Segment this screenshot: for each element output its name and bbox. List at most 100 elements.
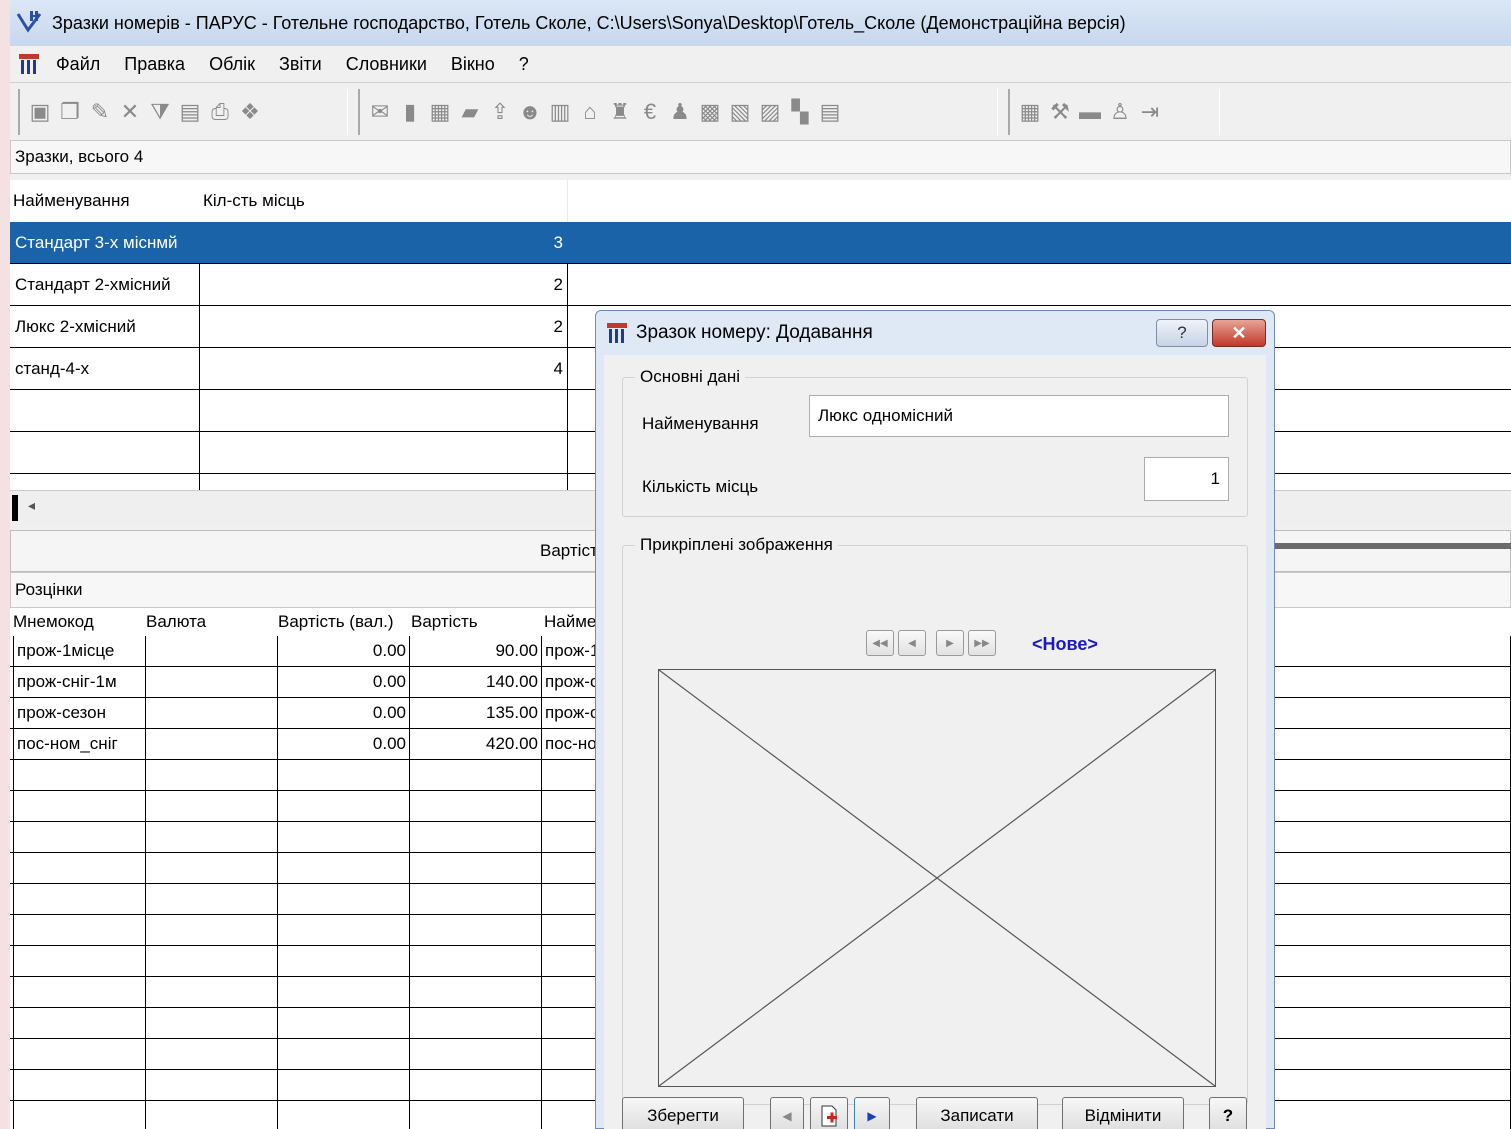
write-button[interactable]: Записати	[916, 1097, 1038, 1129]
toolbar: ▣ ❐ ✎ ✕ ⧩ ▤ ⎙ ❖ ✉ ▮ ▦ ▰ ⇪ ☻ ▥ ⌂ ♜ € ♟ ▩ …	[10, 82, 1511, 142]
binder-icon[interactable]: ▚	[788, 99, 812, 125]
attached-images-legend: Прикріплені зображення	[635, 535, 838, 555]
bottle-icon[interactable]: ♜	[608, 99, 632, 125]
edit-record-icon[interactable]: ✎	[88, 99, 112, 125]
table-cell-code	[13, 977, 146, 1007]
menu-dictionaries[interactable]: Словники	[334, 54, 439, 75]
table-cell-cost	[410, 1039, 542, 1069]
table-cell-cost	[410, 946, 542, 976]
table-cell-currency	[146, 698, 278, 728]
dialog-help-button[interactable]: ?	[1156, 319, 1208, 347]
exit-icon[interactable]: ⇥	[1138, 99, 1162, 125]
print-icon[interactable]: ⎙	[208, 99, 232, 125]
document-icon[interactable]: ▤	[178, 99, 202, 125]
next-image-icon[interactable]: ▶	[936, 630, 964, 656]
new-document-icon	[821, 1105, 837, 1127]
table-cell-cost	[410, 1070, 542, 1100]
image-placeholder[interactable]	[658, 669, 1216, 1087]
column-header-currency[interactable]: Валюта	[146, 608, 276, 636]
help-button[interactable]: ?	[1209, 1097, 1247, 1129]
first-image-icon[interactable]: ◀◀	[866, 630, 894, 656]
copy-record-icon[interactable]: ❐	[58, 99, 82, 125]
menu-accounting[interactable]: Облік	[197, 54, 267, 75]
table-cell-currency	[146, 915, 278, 945]
filter-icon[interactable]: ⧩	[148, 99, 172, 125]
table-cell-code: прож-сніг-1м	[13, 667, 146, 697]
scroll-thumb[interactable]	[12, 495, 18, 521]
table-cell-currency	[146, 667, 278, 697]
table-cell-cost-val: 0.00	[278, 636, 410, 666]
table-cell-cost: 90.00	[410, 636, 542, 666]
delete-icon[interactable]: ✕	[118, 99, 142, 125]
table-cell-currency	[146, 1008, 278, 1038]
column-header-code[interactable]: Мнемокод	[13, 608, 143, 636]
table-cell-cost-val	[278, 791, 410, 821]
next-record-button[interactable]: ▶	[854, 1097, 890, 1129]
table-cell-cost: 135.00	[410, 698, 542, 728]
new-image-link[interactable]: <Нове>	[1032, 634, 1098, 655]
book-icon[interactable]: ▮	[398, 99, 422, 125]
parus-menu-icon[interactable]	[14, 52, 44, 76]
grid-icon[interactable]: ▩	[698, 99, 722, 125]
detail-header-label: Розцінки	[15, 580, 83, 599]
tools-icon[interactable]: ⚒	[1048, 99, 1072, 125]
arrow-right-icon: ▶	[867, 1109, 877, 1123]
save-button[interactable]: Зберегти	[622, 1097, 744, 1129]
app-logo-icon	[14, 8, 44, 38]
table-cell-cost	[410, 1101, 542, 1129]
calculator-icon[interactable]: ▦	[1018, 99, 1042, 125]
table-cell-code	[13, 915, 146, 945]
menu-window[interactable]: Вікно	[439, 54, 507, 75]
team-icon[interactable]: ♟	[668, 99, 692, 125]
table-cell-cost-val: 0.00	[278, 698, 410, 728]
notes-icon[interactable]: ▧	[728, 99, 752, 125]
mail-icon[interactable]: ✉	[368, 99, 392, 125]
dialog-title: Зразок номеру: Додавання	[636, 322, 873, 343]
column-header-places[interactable]: Кіл-сть місць	[200, 180, 568, 222]
table-cell-cost	[410, 853, 542, 883]
column-header-name[interactable]: Найменування	[10, 180, 203, 222]
organization-icon[interactable]: ⌂	[578, 99, 602, 125]
add-new-record-button[interactable]	[810, 1097, 848, 1129]
euro-icon[interactable]: €	[638, 99, 662, 125]
upload-icon[interactable]: ⇪	[488, 99, 512, 125]
table-cell-code	[13, 791, 146, 821]
menu-edit[interactable]: Правка	[112, 54, 197, 75]
list-icon[interactable]: ▤	[818, 99, 842, 125]
table-row[interactable]: Стандарт 2-хмісний 2	[10, 264, 1511, 306]
menu-file[interactable]: Файл	[44, 54, 112, 75]
menu-help[interactable]: ?	[507, 54, 541, 75]
prev-image-icon[interactable]: ◀	[898, 630, 926, 656]
table-cell-code: прож-1місце	[13, 636, 146, 666]
user-settings-icon[interactable]: ♙	[1108, 99, 1132, 125]
add-record-icon[interactable]: ▣	[28, 99, 52, 125]
export-icon[interactable]: ❖	[238, 99, 262, 125]
cards-icon[interactable]: ▦	[428, 99, 452, 125]
column-header-cost-currency[interactable]: Вартість (вал.)	[278, 608, 410, 636]
scroll-left-icon[interactable]: ◂	[28, 497, 35, 514]
scan-icon[interactable]: ▨	[758, 99, 782, 125]
name-input[interactable]: Люкс одномісний	[809, 395, 1229, 437]
chart-icon[interactable]: ▥	[548, 99, 572, 125]
table-cell-code	[13, 1070, 146, 1100]
table-cell-code: прож-сезон	[13, 698, 146, 728]
archive-icon[interactable]: ▬	[1078, 99, 1102, 125]
table-cell-cost-val	[278, 1070, 410, 1100]
count-input[interactable]: 1	[1144, 457, 1229, 501]
app-window: Зразки номерів - ПАРУС - Готельне господ…	[10, 0, 1511, 1129]
table-row-selected[interactable]: Стандарт 3-х міснмй 3	[10, 222, 1511, 264]
people-icon[interactable]: ☻	[518, 99, 542, 125]
prev-record-button[interactable]: ◀	[770, 1097, 804, 1129]
image-placeholder-cross-icon	[658, 669, 1216, 1087]
table-cell-cost-val: 0.00	[278, 729, 410, 759]
splitter-bar[interactable]	[1261, 543, 1511, 549]
folder-icon[interactable]: ▰	[458, 99, 482, 125]
count-label: Кількість місць	[642, 477, 759, 496]
menu-reports[interactable]: Звіти	[267, 54, 334, 75]
dialog-close-button[interactable]: ✕	[1212, 319, 1266, 347]
table-cell-code	[13, 1101, 146, 1129]
toolbar-group-edit: ▣ ❐ ✎ ✕ ⧩ ▤ ⎙ ❖	[18, 89, 348, 135]
cancel-button[interactable]: Відмінити	[1062, 1097, 1184, 1129]
last-image-icon[interactable]: ▶▶	[968, 630, 996, 656]
column-header-cost[interactable]: Вартість	[411, 608, 541, 636]
